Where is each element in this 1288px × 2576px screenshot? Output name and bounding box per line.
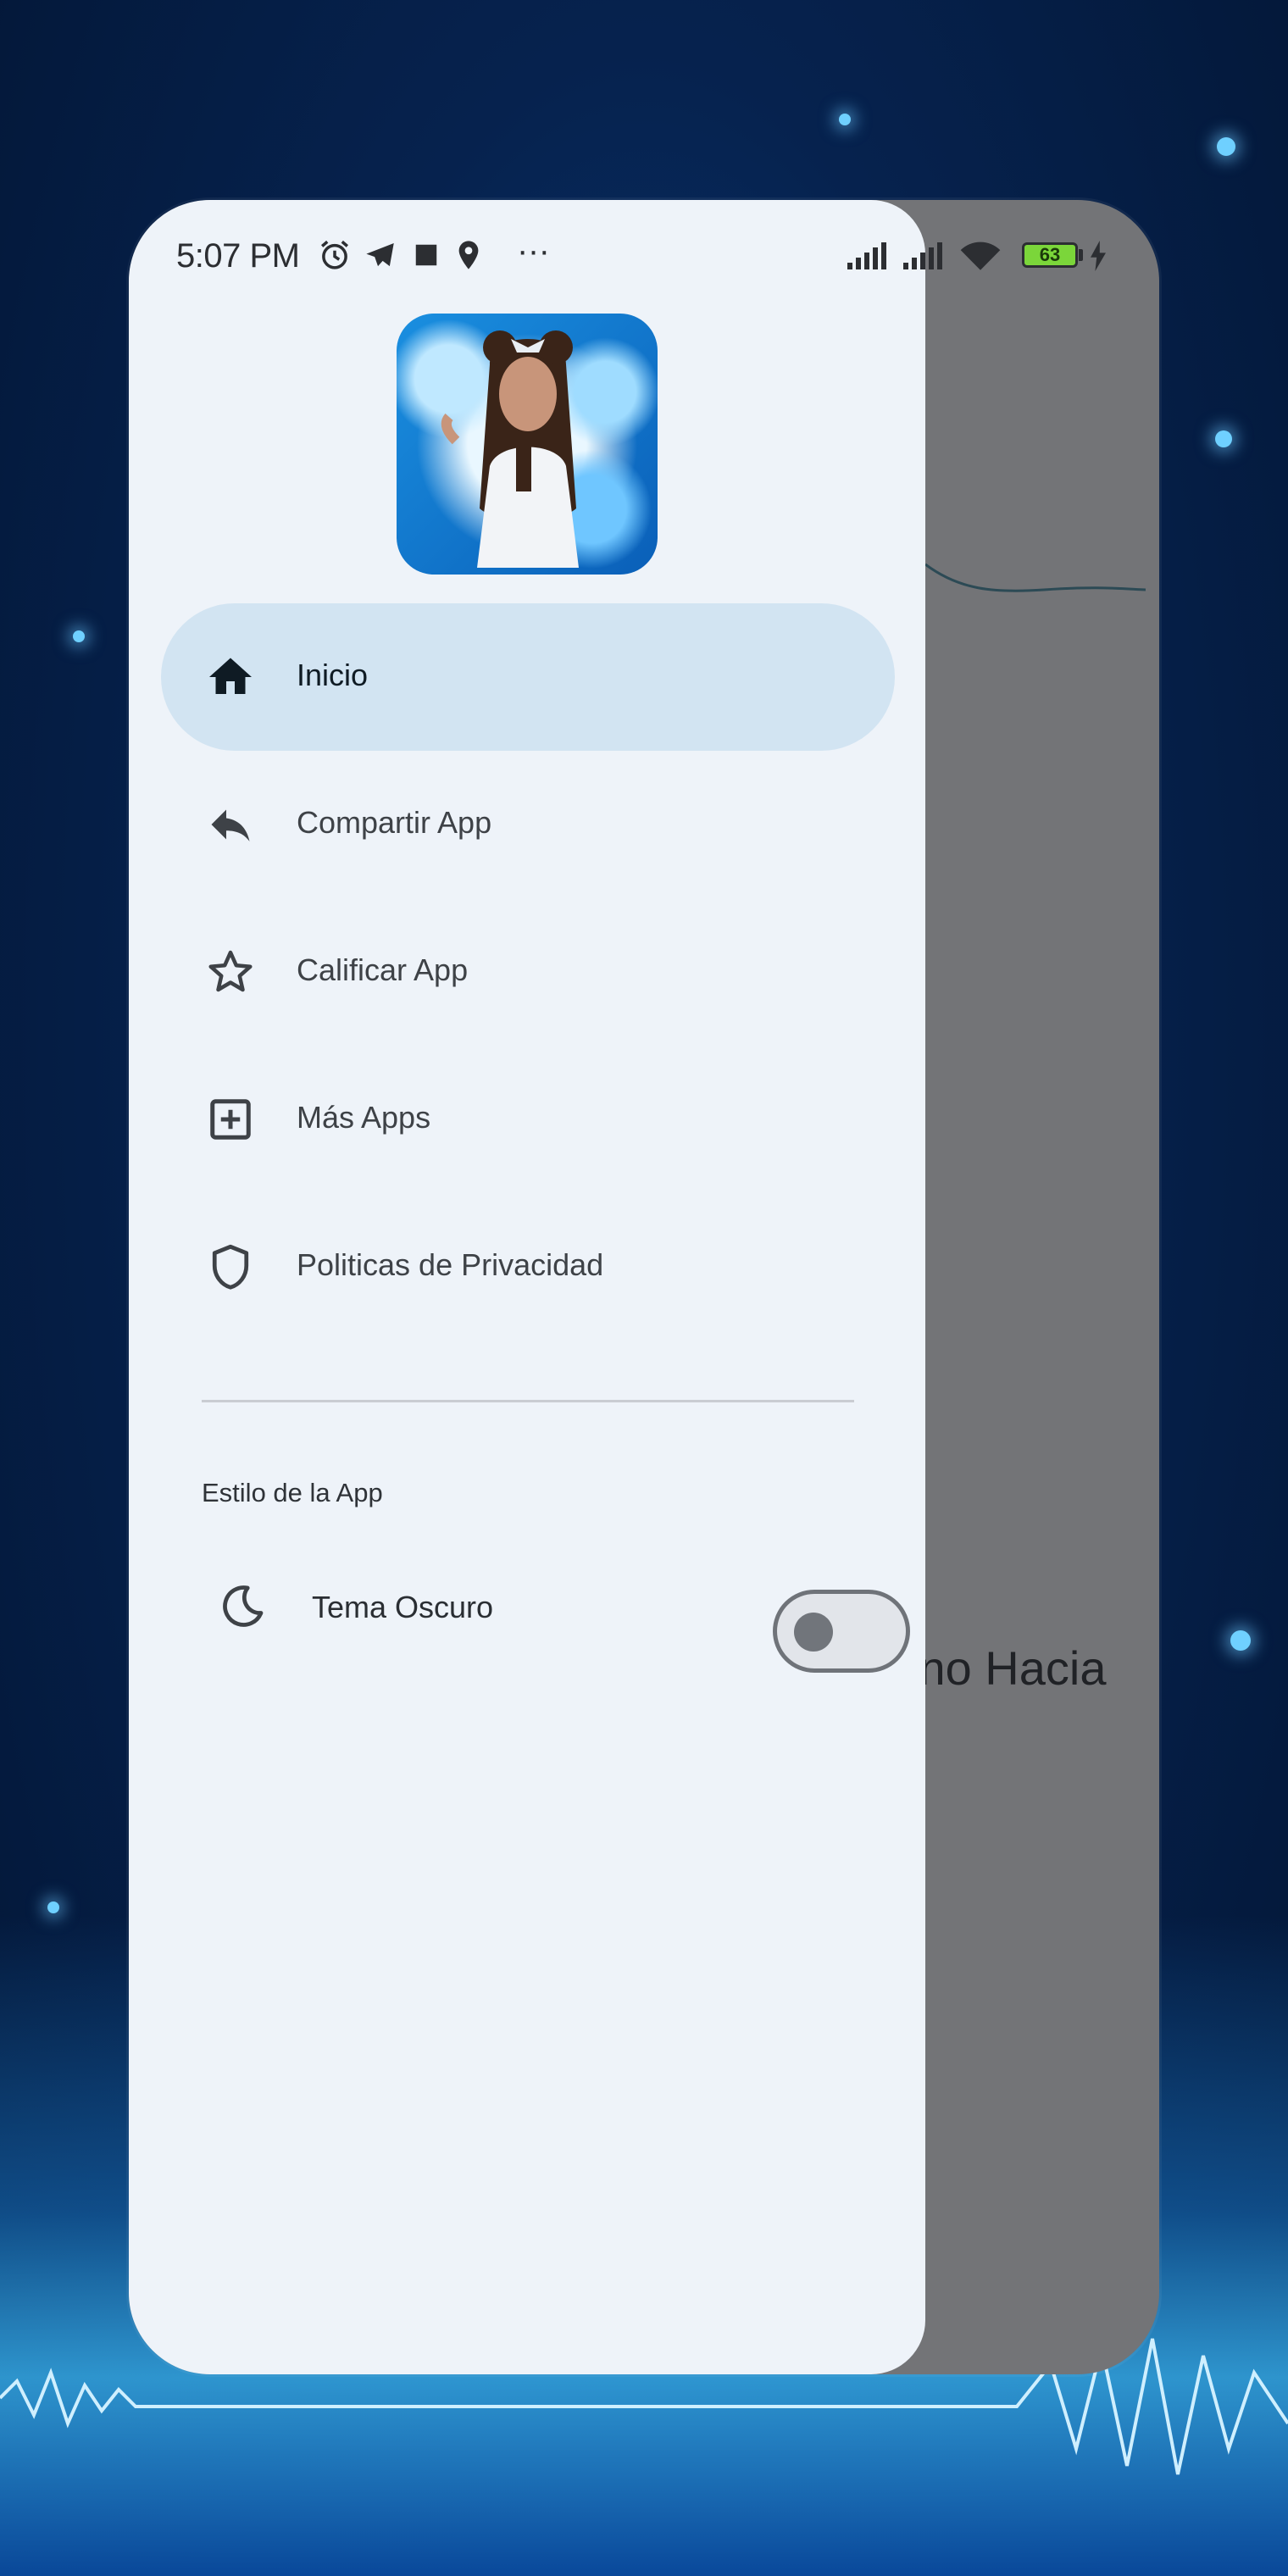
drawer-item-calificar-app[interactable]: Calificar App bbox=[161, 898, 895, 1046]
dark-theme-row[interactable]: Tema Oscuro bbox=[202, 1556, 863, 1657]
dark-theme-label: Tema Oscuro bbox=[312, 1590, 494, 1624]
charging-icon bbox=[1091, 241, 1106, 271]
background-star bbox=[1230, 1630, 1251, 1651]
drawer-item-compartir-app[interactable]: Compartir App bbox=[161, 751, 895, 898]
navigation-drawer: Inicio Compartir App Calificar App Más A… bbox=[129, 200, 925, 2374]
drawer-item-label: Compartir App bbox=[297, 805, 492, 840]
status-time: 5:07 PM bbox=[176, 237, 300, 275]
drawer-item-mas-apps[interactable]: Más Apps bbox=[161, 1046, 895, 1193]
background-star bbox=[1215, 430, 1232, 447]
share-icon bbox=[211, 809, 250, 841]
square-icon bbox=[415, 244, 437, 266]
drawer-divider bbox=[202, 1400, 854, 1402]
alarm-icon bbox=[320, 240, 349, 269]
wifi-icon bbox=[960, 242, 1001, 270]
moon-icon bbox=[223, 1585, 264, 1627]
more-notifications-indicator: ··· bbox=[517, 232, 550, 269]
section-title: Estilo de la App bbox=[202, 1478, 383, 1507]
drawer-item-politicas-de-privacidad[interactable]: Politicas de Privacidad bbox=[161, 1193, 895, 1341]
signal-icon bbox=[847, 242, 886, 269]
underlay-graphic bbox=[925, 563, 1146, 592]
drawer-item-label: Politicas de Privacidad bbox=[297, 1247, 604, 1282]
underlay-text: ino Hacia bbox=[908, 1641, 1107, 1695]
shield-icon bbox=[212, 1244, 249, 1290]
dark-theme-switch[interactable] bbox=[773, 1590, 910, 1673]
phone-screen: ino Hacia Inicio Compartir App Calificar… bbox=[129, 200, 1159, 2374]
switch-knob bbox=[794, 1613, 833, 1652]
battery-icon: 63 bbox=[1022, 242, 1078, 268]
background-star bbox=[73, 630, 85, 642]
location-icon bbox=[458, 241, 479, 269]
drawer-item-inicio[interactable]: Inicio bbox=[161, 603, 895, 751]
drawer-item-label: Calificar App bbox=[297, 952, 469, 987]
status-bar: 5:07 PM ··· 63 bbox=[129, 200, 1159, 281]
background-star bbox=[1217, 137, 1235, 156]
app-avatar bbox=[397, 314, 658, 575]
battery-tip bbox=[1079, 249, 1083, 261]
star-icon bbox=[208, 950, 253, 992]
signal-icon bbox=[903, 242, 942, 269]
background-star bbox=[47, 1901, 59, 1913]
home-icon bbox=[209, 658, 252, 694]
drawer-item-label: Más Apps bbox=[297, 1100, 431, 1135]
add-box-icon bbox=[210, 1099, 251, 1140]
background-star bbox=[839, 114, 851, 125]
telegram-icon bbox=[366, 243, 394, 267]
drawer-item-label: Inicio bbox=[297, 658, 369, 692]
